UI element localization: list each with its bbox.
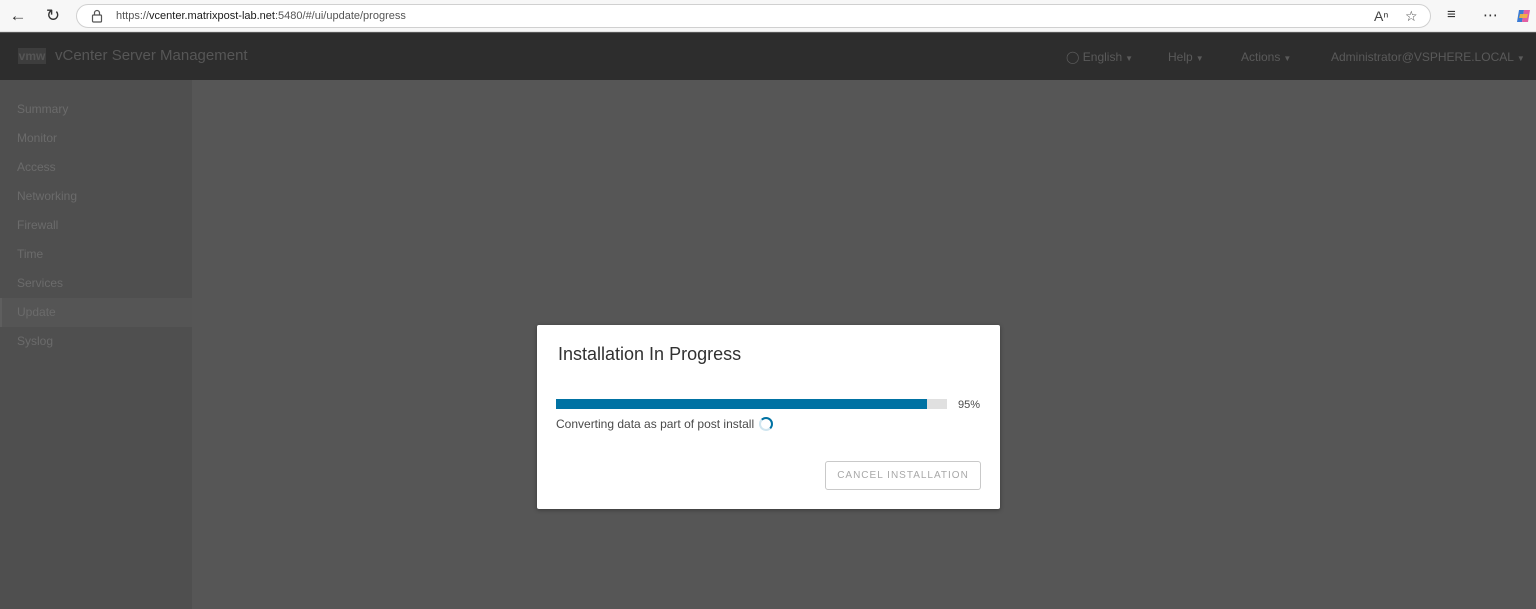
actions-menu[interactable]: Actions ▼ (1241, 50, 1291, 64)
user-menu[interactable]: Administrator@VSPHERE.LOCAL ▼ (1331, 50, 1525, 64)
sidebar-item-access[interactable]: Access (0, 153, 192, 182)
sidebar-item-services[interactable]: Services (0, 269, 192, 298)
sidebar-item-networking[interactable]: Networking (0, 182, 192, 211)
progress-bar (556, 399, 947, 409)
lock-icon (91, 9, 103, 23)
chevron-down-icon: ▼ (1516, 54, 1525, 63)
sidebar-item-update[interactable]: Update (0, 298, 192, 327)
sidebar-item-summary[interactable]: Summary (0, 95, 192, 124)
help-menu[interactable]: Help ▼ (1168, 50, 1204, 64)
browser-toolbar: ← ↻ https://vcenter.matrixpost-lab.net:5… (0, 0, 1536, 32)
status-row: Converting data as part of post install (556, 417, 774, 431)
sidebar-item-syslog[interactable]: Syslog (0, 327, 192, 356)
progress-percent: 95% (958, 399, 981, 411)
installation-progress-modal: Installation In Progress 95% Converting … (537, 325, 1000, 509)
back-icon[interactable]: ← (5, 4, 31, 28)
favorites-icon[interactable]: ≡ (1447, 6, 1456, 23)
address-bar[interactable]: https://vcenter.matrixpost-lab.net:5480/… (76, 4, 1431, 28)
app-header: vmw vCenter Server Management ◯ English ▼… (0, 33, 1536, 80)
sidebar-item-time[interactable]: Time (0, 240, 192, 269)
chevron-down-icon: ▼ (1125, 54, 1134, 63)
sidebar-item-firewall[interactable]: Firewall (0, 211, 192, 240)
status-text: Converting data as part of post install (556, 417, 755, 431)
chevron-down-icon: ▼ (1283, 54, 1292, 63)
url-text: https://vcenter.matrixpost-lab.net:5480/… (116, 10, 406, 22)
chevron-down-icon: ▼ (1195, 54, 1204, 63)
sidebar-item-monitor[interactable]: Monitor (0, 124, 192, 153)
progress-fill (556, 399, 928, 409)
spinner-icon (759, 417, 774, 431)
more-menu-icon[interactable]: ⋯ (1483, 6, 1498, 24)
app-title: vCenter Server Management (55, 47, 248, 64)
read-aloud-icon[interactable]: Aⁿ (1374, 8, 1388, 24)
copilot-icon[interactable] (1515, 7, 1533, 25)
cancel-installation-button[interactable]: CANCEL INSTALLATION (825, 461, 981, 490)
sidebar: Summary Monitor Access Networking Firewa… (0, 80, 192, 609)
favorite-star-icon[interactable]: ☆ (1405, 8, 1418, 25)
refresh-icon[interactable]: ↻ (40, 4, 66, 28)
language-menu[interactable]: ◯ English ▼ (1066, 50, 1133, 64)
globe-icon: ◯ (1066, 50, 1080, 64)
modal-title: Installation In Progress (558, 344, 742, 364)
vmware-logo: vmw (18, 48, 46, 64)
